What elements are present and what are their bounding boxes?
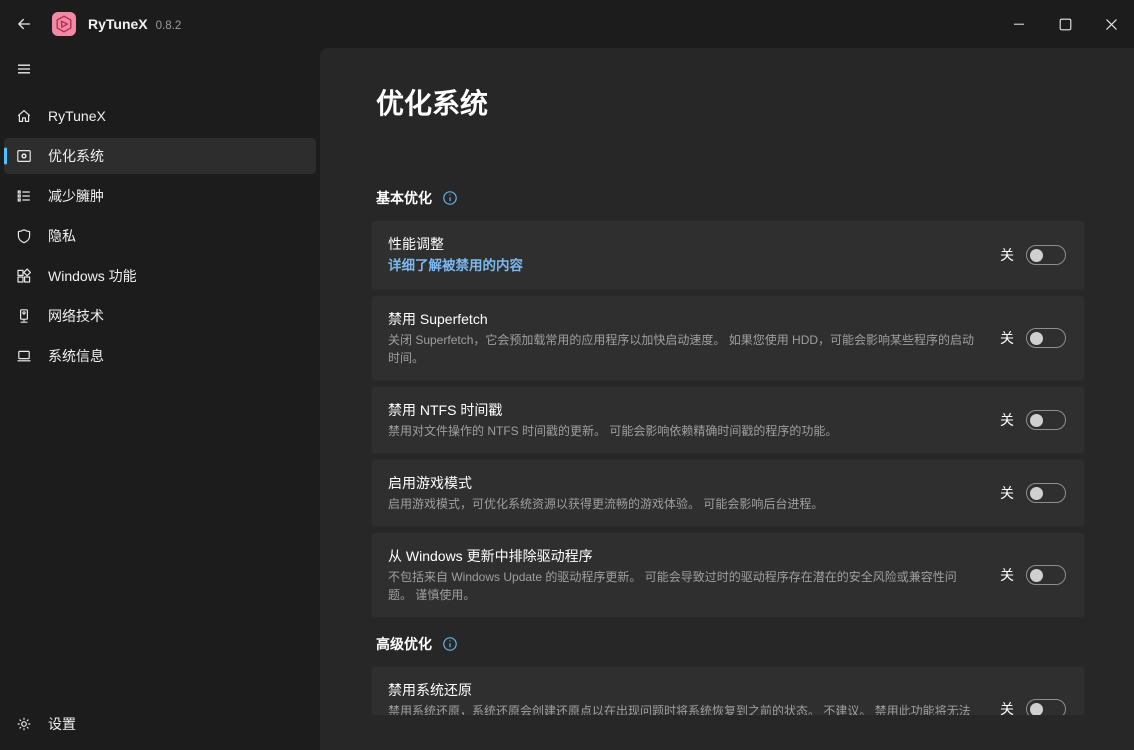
card-description: 禁用对文件操作的 NTFS 时间戳的更新。 可能会影响依赖精确时间戳的程序的功能… bbox=[388, 422, 976, 440]
card-text: 禁用系统还原禁用系统还原，系统还原会创建还原点以在出现问题时将系统恢复到之前的状… bbox=[388, 680, 976, 715]
app-title: RyTuneX bbox=[88, 16, 148, 32]
toggle-state-label: 关 bbox=[1000, 483, 1014, 503]
optimize-icon bbox=[16, 148, 32, 164]
minimize-button[interactable] bbox=[996, 0, 1042, 48]
settings-card-disable-ntfs-timestamp: 禁用 NTFS 时间戳禁用对文件操作的 NTFS 时间戳的更新。 可能会影响依赖… bbox=[371, 386, 1085, 454]
back-arrow-icon bbox=[16, 16, 32, 32]
content-scroll-area[interactable]: 优化系统 基本优化性能调整详细了解被禁用的内容关禁用 Superfetch关闭 … bbox=[320, 48, 1134, 715]
settings-card-exclude-drivers-windows-update: 从 Windows 更新中排除驱动程序不包括来自 Windows Update … bbox=[371, 532, 1085, 618]
sidebar-item-label: Windows 功能 bbox=[48, 266, 137, 286]
sidebar-item-home[interactable]: RyTuneX bbox=[4, 98, 316, 134]
sidebar: RyTuneX 优化系统减少臃肿隐私 Windows 功能网络技术系统信息 设置 bbox=[0, 48, 320, 750]
sidebar-item-optimize-system[interactable]: 优化系统 bbox=[4, 138, 316, 174]
sidebar-item-settings[interactable]: 设置 bbox=[4, 706, 316, 742]
settings-card-performance-tuning: 性能调整详细了解被禁用的内容 关 bbox=[371, 220, 1085, 290]
toggle-switch[interactable] bbox=[1026, 699, 1066, 715]
section-header: 基本优化 bbox=[376, 188, 1085, 208]
card-title: 性能调整 bbox=[388, 234, 976, 254]
settings-card-list: 禁用系统还原禁用系统还原，系统还原会创建还原点以在出现问题时将系统恢复到之前的状… bbox=[371, 666, 1085, 715]
app-logo-icon bbox=[52, 12, 76, 36]
window-controls bbox=[996, 0, 1134, 48]
sidebar-item-windows-features[interactable]: Windows 功能 bbox=[4, 258, 316, 294]
card-title: 禁用 NTFS 时间戳 bbox=[388, 400, 976, 420]
card-description: 不包括来自 Windows Update 的驱动程序更新。 可能会导致过时的驱动… bbox=[388, 568, 976, 604]
sidebar-item-label: 设置 bbox=[48, 714, 76, 734]
toggle-knob bbox=[1030, 703, 1043, 716]
titlebar: RyTuneX 0.8.2 bbox=[0, 0, 1134, 48]
toggle-switch[interactable] bbox=[1026, 483, 1066, 503]
settings-card-disable-superfetch: 禁用 Superfetch关闭 Superfetch，它会预加载常用的应用程序以… bbox=[371, 295, 1085, 381]
toggle-state-label: 关 bbox=[1000, 328, 1014, 348]
section-title: 基本优化 bbox=[376, 188, 432, 208]
sidebar-item-system-info[interactable]: 系统信息 bbox=[4, 338, 316, 374]
home-icon bbox=[16, 108, 32, 124]
card-title: 启用游戏模式 bbox=[388, 473, 976, 493]
toggle-knob bbox=[1030, 249, 1043, 262]
close-button[interactable] bbox=[1088, 0, 1134, 48]
card-title: 禁用 Superfetch bbox=[388, 309, 976, 329]
maximize-icon bbox=[1059, 18, 1072, 31]
card-description: 禁用系统还原，系统还原会创建还原点以在出现问题时将系统恢复到之前的状态。 不建议… bbox=[388, 702, 976, 715]
sidebar-item-label: 系统信息 bbox=[48, 346, 104, 366]
toggle-switch[interactable] bbox=[1026, 410, 1066, 430]
selection-indicator bbox=[4, 148, 7, 165]
app-title-group: RyTuneX 0.8.2 bbox=[88, 16, 181, 32]
toggle-state-label: 关 bbox=[1000, 565, 1014, 585]
card-text: 禁用 Superfetch关闭 Superfetch，它会预加载常用的应用程序以… bbox=[388, 309, 976, 367]
info-icon[interactable] bbox=[442, 636, 458, 652]
gear-icon bbox=[16, 716, 32, 732]
sidebar-item-label: 隐私 bbox=[48, 226, 76, 246]
card-description: 启用游戏模式，可优化系统资源以获得更流畅的游戏体验。 可能会影响后台进程。 bbox=[388, 495, 976, 513]
toggle-state-label: 关 bbox=[1000, 410, 1014, 430]
close-icon bbox=[1105, 18, 1118, 31]
toggle-knob bbox=[1030, 332, 1043, 345]
toggle-state-label: 关 bbox=[1000, 245, 1014, 265]
app-version: 0.8.2 bbox=[156, 20, 182, 32]
back-button[interactable] bbox=[6, 9, 42, 39]
minimize-icon bbox=[1013, 18, 1025, 30]
card-text: 禁用 NTFS 时间戳禁用对文件操作的 NTFS 时间戳的更新。 可能会影响依赖… bbox=[388, 400, 976, 440]
section-header: 高级优化 bbox=[376, 634, 1085, 654]
sections-root: 基本优化性能调整详细了解被禁用的内容关禁用 Superfetch关闭 Super… bbox=[371, 188, 1085, 715]
card-title: 禁用系统还原 bbox=[388, 680, 976, 700]
maximize-button[interactable] bbox=[1042, 0, 1088, 48]
card-title: 从 Windows 更新中排除驱动程序 bbox=[388, 546, 976, 566]
sidebar-item-privacy[interactable]: 隐私 bbox=[4, 218, 316, 254]
hamburger-icon bbox=[16, 61, 32, 77]
learn-more-link[interactable]: 详细了解被禁用的内容 bbox=[388, 256, 976, 276]
sidebar-item-debloat[interactable]: 减少臃肿 bbox=[4, 178, 316, 214]
nav-menu-toggle-button[interactable] bbox=[4, 52, 44, 86]
toggle-knob bbox=[1030, 487, 1043, 500]
sidebar-item-label: 减少臃肿 bbox=[48, 186, 104, 206]
sidebar-nav: RyTuneX 优化系统减少臃肿隐私 Windows 功能网络技术系统信息 bbox=[0, 96, 320, 376]
settings-card-disable-system-restore: 禁用系统还原禁用系统还原，系统还原会创建还原点以在出现问题时将系统恢复到之前的状… bbox=[371, 666, 1085, 715]
toggle-switch[interactable] bbox=[1026, 245, 1066, 265]
list-icon bbox=[16, 188, 32, 204]
shield-icon bbox=[16, 228, 32, 244]
main-panel: 优化系统 基本优化性能调整详细了解被禁用的内容关禁用 Superfetch关闭 … bbox=[320, 48, 1134, 750]
sidebar-footer: 设置 bbox=[0, 704, 320, 744]
settings-card-enable-game-mode: 启用游戏模式启用游戏模式，可优化系统资源以获得更流畅的游戏体验。 可能会影响后台… bbox=[371, 459, 1085, 527]
toggle-knob bbox=[1030, 414, 1043, 427]
toggle-knob bbox=[1030, 569, 1043, 582]
card-text: 启用游戏模式启用游戏模式，可优化系统资源以获得更流畅的游戏体验。 可能会影响后台… bbox=[388, 473, 976, 513]
card-description: 关闭 Superfetch，它会预加载常用的应用程序以加快启动速度。 如果您使用… bbox=[388, 331, 976, 367]
page-title: 优化系统 bbox=[376, 86, 1085, 122]
section-title: 高级优化 bbox=[376, 634, 432, 654]
toggle-switch[interactable] bbox=[1026, 328, 1066, 348]
card-text: 性能调整详细了解被禁用的内容 bbox=[388, 234, 976, 276]
info-icon[interactable] bbox=[442, 190, 458, 206]
card-text: 从 Windows 更新中排除驱动程序不包括来自 Windows Update … bbox=[388, 546, 976, 604]
toggle-state-label: 关 bbox=[1000, 699, 1014, 715]
sidebar-item-label: RyTuneX bbox=[48, 108, 106, 124]
settings-card-list: 性能调整详细了解被禁用的内容关禁用 Superfetch关闭 Superfetc… bbox=[371, 220, 1085, 618]
sidebar-item-label: 网络技术 bbox=[48, 306, 104, 326]
grid-icon bbox=[16, 268, 32, 284]
toggle-switch[interactable] bbox=[1026, 565, 1066, 585]
sidebar-item-label: 优化系统 bbox=[48, 146, 104, 166]
laptop-icon bbox=[16, 348, 32, 364]
network-icon bbox=[16, 308, 32, 324]
sidebar-item-network-tech[interactable]: 网络技术 bbox=[4, 298, 316, 334]
